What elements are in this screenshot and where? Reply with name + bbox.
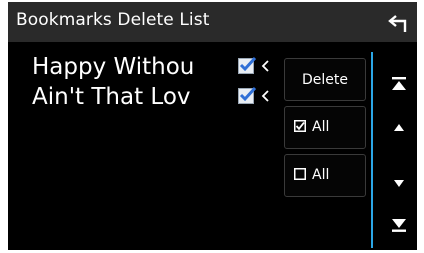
checkmark-icon [239, 86, 257, 102]
chevron-left-icon [261, 60, 269, 72]
scroll-to-top-button[interactable] [388, 75, 410, 93]
chevron-left-icon [261, 90, 269, 102]
title-bar: Bookmarks Delete List [8, 2, 417, 42]
scroll-down-icon [394, 180, 404, 187]
bookmark-list: Happy Withou Ain't That Lov [8, 54, 280, 114]
return-arrow-icon [388, 15, 407, 32]
scroll-up-icon [394, 124, 404, 131]
scroll-up-button[interactable] [388, 119, 410, 137]
checked-box-icon [294, 120, 306, 132]
delete-button[interactable]: Delete [284, 58, 366, 101]
select-all-button[interactable]: All [284, 106, 366, 149]
scroll-to-bottom-icon [392, 219, 406, 232]
scroll-to-top-icon [392, 77, 406, 90]
list-item[interactable]: Happy Withou [8, 54, 280, 84]
empty-box-icon [294, 168, 306, 180]
scroll-down-button[interactable] [388, 174, 410, 192]
bookmark-title: Ain't That Lov [32, 84, 191, 110]
list-item[interactable]: Ain't That Lov [8, 84, 280, 114]
deselect-all-label: All [312, 167, 330, 183]
back-button[interactable] [385, 11, 411, 35]
bookmark-checkbox[interactable] [238, 56, 257, 74]
bookmark-checkbox[interactable] [238, 86, 257, 104]
bookmarks-delete-screen: Bookmarks Delete List Happy Withou Ain't… [8, 2, 417, 250]
checkmark-icon [239, 56, 257, 72]
scroll-divider [371, 52, 373, 248]
bookmark-title: Happy Withou [32, 54, 195, 80]
deselect-all-button[interactable]: All [284, 154, 366, 197]
page-title: Bookmarks Delete List [16, 10, 210, 30]
scroll-to-bottom-button[interactable] [388, 216, 410, 234]
delete-button-label: Delete [302, 72, 348, 88]
select-all-label: All [312, 119, 330, 135]
